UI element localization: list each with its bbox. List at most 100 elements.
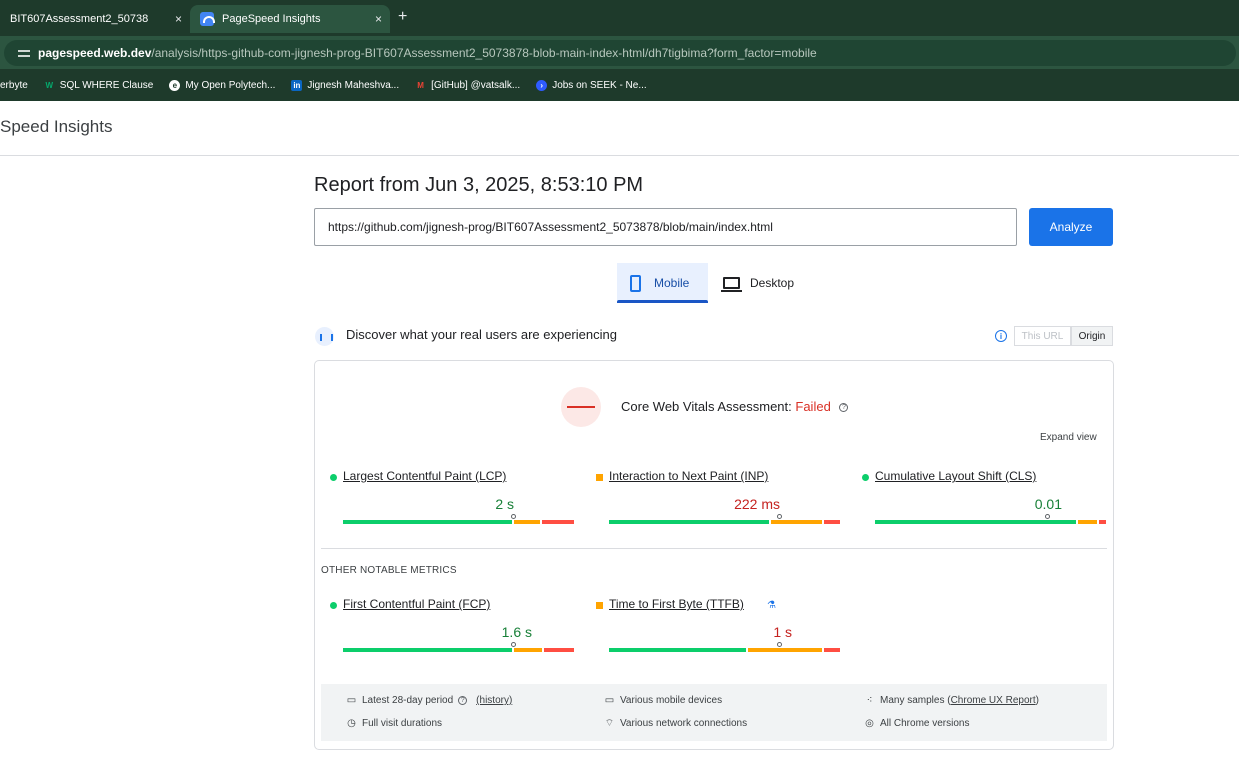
good-dot-icon <box>330 602 337 609</box>
cwv-assessment: Core Web Vitals Assessment: Failed ? <box>621 399 849 414</box>
crux-report-link[interactable]: Chrome UX Report <box>951 695 1036 706</box>
inp-distribution-bar <box>609 514 840 524</box>
tab-label: BIT607Assessment2_50738 <box>10 13 149 25</box>
percentile-marker-icon <box>510 642 516 647</box>
good-segment <box>609 648 746 652</box>
tab-desktop[interactable]: Desktop <box>710 263 810 303</box>
site-settings-icon[interactable] <box>18 48 30 58</box>
footer-devices: ▭ Various mobile devices <box>604 695 723 706</box>
crux-heading: Discover what your real users are experi… <box>346 327 617 342</box>
average-square-icon <box>596 474 603 481</box>
data-info-footer <box>321 684 1107 741</box>
metric-ttfb-label[interactable]: Time to First Byte (TTFB) <box>609 597 744 611</box>
poor-segment <box>823 520 840 524</box>
users-icon <box>315 327 334 346</box>
metric-lcp-label[interactable]: Largest Contentful Paint (LCP) <box>343 469 506 483</box>
metric-ttfb-value: 1 s <box>773 624 792 640</box>
other-metrics-heading: OTHER NOTABLE METRICS <box>321 565 457 576</box>
footer-period: ▭ Latest 28-day period ? (history) <box>346 695 513 706</box>
metric-inp-label[interactable]: Interaction to Next Paint (INP) <box>609 469 768 483</box>
seek-icon: › <box>536 79 548 91</box>
chrome-icon: ◎ <box>865 718 874 729</box>
laptop-icon <box>721 277 742 292</box>
w3-icon: W <box>45 80 54 90</box>
bookmarks-bar: erbyte W SQL WHERE Clause e My Open Polyte… <box>0 69 1239 101</box>
section-divider <box>321 548 1107 549</box>
footer-versions: ◎ All Chrome versions <box>865 718 970 729</box>
help-icon[interactable]: ? <box>839 403 849 413</box>
wifi-icon: ⌔ <box>604 718 615 729</box>
close-icon[interactable]: × <box>175 12 182 26</box>
new-tab-button[interactable]: + <box>398 8 407 26</box>
bookmark-erbyte[interactable]: erbyte <box>0 80 28 91</box>
scatter-icon: ⁖ <box>866 695 873 706</box>
percentile-marker-icon <box>776 514 782 519</box>
experimental-flask-icon[interactable]: ⚗ <box>767 600 776 611</box>
report-title: Report from Jun 3, 2025, 8:53:10 PM <box>314 174 644 196</box>
needs-improvement-segment <box>747 648 822 652</box>
poor-segment <box>1099 520 1106 524</box>
cls-distribution-bar <box>875 514 1106 524</box>
percentile-marker-icon <box>510 514 516 519</box>
gmail-icon: M <box>417 80 424 90</box>
good-segment <box>875 520 1077 524</box>
bookmark-sql-where[interactable]: W SQL WHERE Clause <box>44 80 154 91</box>
poor-segment <box>543 648 574 652</box>
average-square-icon <box>596 602 603 609</box>
fcp-distribution-bar <box>343 642 574 652</box>
poor-segment <box>823 648 840 652</box>
footer-samples: ⁖ Many samples (Chrome UX Report) <box>864 695 1039 706</box>
bookmark-seek[interactable]: › Jobs on SEEK - Ne... <box>536 79 647 91</box>
browser-tab-pagespeed[interactable]: PageSpeed Insights × <box>190 5 390 33</box>
expand-view-link[interactable]: Expand view <box>1040 432 1097 443</box>
tab-label: PageSpeed Insights <box>222 13 321 25</box>
url-domain: pagespeed.web.dev <box>38 46 152 60</box>
ttfb-distribution-bar <box>609 642 840 652</box>
good-dot-icon <box>330 474 337 481</box>
needs-improvement-segment <box>770 520 822 524</box>
address-bar-row: pagespeed.web.dev/analysis/https-github-… <box>0 36 1239 69</box>
needs-improvement-segment <box>513 648 542 652</box>
metric-cls-value: 0.01 <box>1034 496 1062 512</box>
toggle-origin[interactable]: Origin <box>1071 326 1113 346</box>
metric-cls-label[interactable]: Cumulative Layout Shift (CLS) <box>875 469 1036 483</box>
info-icon[interactable]: i <box>995 330 1007 342</box>
history-link[interactable]: (history) <box>476 695 512 706</box>
help-icon[interactable]: ? <box>458 696 468 705</box>
lcp-distribution-bar <box>343 514 574 524</box>
bookmark-polytech[interactable]: e My Open Polytech... <box>169 79 275 91</box>
header-divider <box>0 155 1239 156</box>
pagespeed-icon <box>200 12 215 26</box>
url-path: /analysis/https-github-com-jignesh-prog-… <box>151 46 817 60</box>
needs-improvement-segment <box>1078 520 1098 524</box>
percentile-marker-icon <box>776 642 782 647</box>
needs-improvement-segment <box>513 520 540 524</box>
site-title[interactable]: Speed Insights <box>0 117 112 137</box>
metric-lcp-value: 2 s <box>495 496 514 512</box>
bookmark-linkedin[interactable]: in Jignesh Maheshva... <box>291 79 399 91</box>
stopwatch-icon: ◷ <box>347 718 356 729</box>
address-bar[interactable]: pagespeed.web.dev/analysis/https-github-… <box>4 40 1236 66</box>
footer-durations: ◷ Full visit durations <box>347 718 443 729</box>
metric-fcp-label[interactable]: First Contentful Paint (FCP) <box>343 597 490 611</box>
calendar-icon: ▭ <box>346 695 357 706</box>
footer-network: ⌔ Various network connections <box>604 718 748 729</box>
tab-mobile[interactable]: Mobile <box>617 263 708 303</box>
analyze-button[interactable]: Analyze <box>1029 208 1113 246</box>
good-segment <box>609 520 769 524</box>
poor-segment <box>541 520 574 524</box>
assessment-status: Failed <box>795 399 831 414</box>
good-dot-icon <box>862 474 869 481</box>
phone-icon <box>630 274 641 292</box>
browser-tab-assessment[interactable]: BIT607Assessment2_50738 × <box>0 5 188 33</box>
toggle-this-url[interactable]: This URL <box>1014 326 1071 346</box>
good-segment <box>343 648 512 652</box>
close-icon[interactable]: × <box>375 12 382 26</box>
polytech-icon: e <box>169 79 181 91</box>
assessment-failed-icon <box>561 387 601 427</box>
browser-tab-bar: BIT607Assessment2_50738 × PageSpeed Insi… <box>0 0 1239 36</box>
bookmark-github[interactable]: M [GitHub] @vatsalk... <box>415 80 520 91</box>
metric-fcp-value: 1.6 s <box>501 624 532 640</box>
url-input[interactable] <box>314 208 1017 246</box>
linkedin-icon: in <box>291 79 303 91</box>
